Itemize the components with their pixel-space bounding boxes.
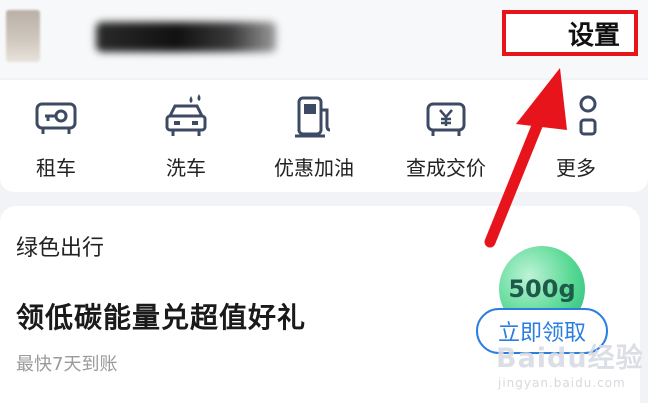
watermark-logo: Baidu经验 (496, 343, 644, 374)
card-subtext: 最快7天到账 (16, 354, 118, 375)
quick-action-label: 洗车 (166, 156, 206, 180)
car-key-icon (35, 102, 77, 134)
quick-action-more[interactable]: 更多 (526, 88, 626, 184)
card-title: 绿色出行 (16, 236, 105, 261)
avatar[interactable] (6, 10, 40, 62)
quick-action-car-wash[interactable]: 洗车 (136, 88, 236, 184)
settings-button[interactable]: 设置 (502, 10, 638, 56)
quick-action-rent-car[interactable]: 租车 (6, 88, 106, 184)
quick-action-label: 更多 (556, 156, 596, 180)
card-headline: 领低碳能量兑超值好礼 (16, 301, 307, 334)
more-grid-icon (579, 95, 597, 136)
quick-action-label: 优惠加油 (274, 156, 354, 180)
energy-amount: 500g (508, 275, 576, 303)
quick-action-fuel-discount[interactable]: 优惠加油 (264, 88, 364, 184)
settings-label: 设置 (567, 20, 620, 51)
baidu-watermark: Baidu经验 jingyan.baidu.com (492, 336, 644, 400)
blurred-username (96, 22, 276, 52)
fuel-pump-icon (295, 96, 331, 138)
price-tag-yen-icon (426, 102, 466, 136)
quick-action-label: 查成交价 (406, 156, 486, 180)
quick-actions-bar: 租车 洗车 优惠加油 查成交价 更多 (0, 80, 648, 192)
car-wash-icon (165, 94, 207, 136)
watermark-url: jingyan.baidu.com (498, 376, 626, 390)
quick-action-check-price[interactable]: 查成交价 (396, 88, 496, 184)
quick-action-label: 租车 (36, 156, 76, 180)
profile-header: 设置 (0, 0, 648, 78)
